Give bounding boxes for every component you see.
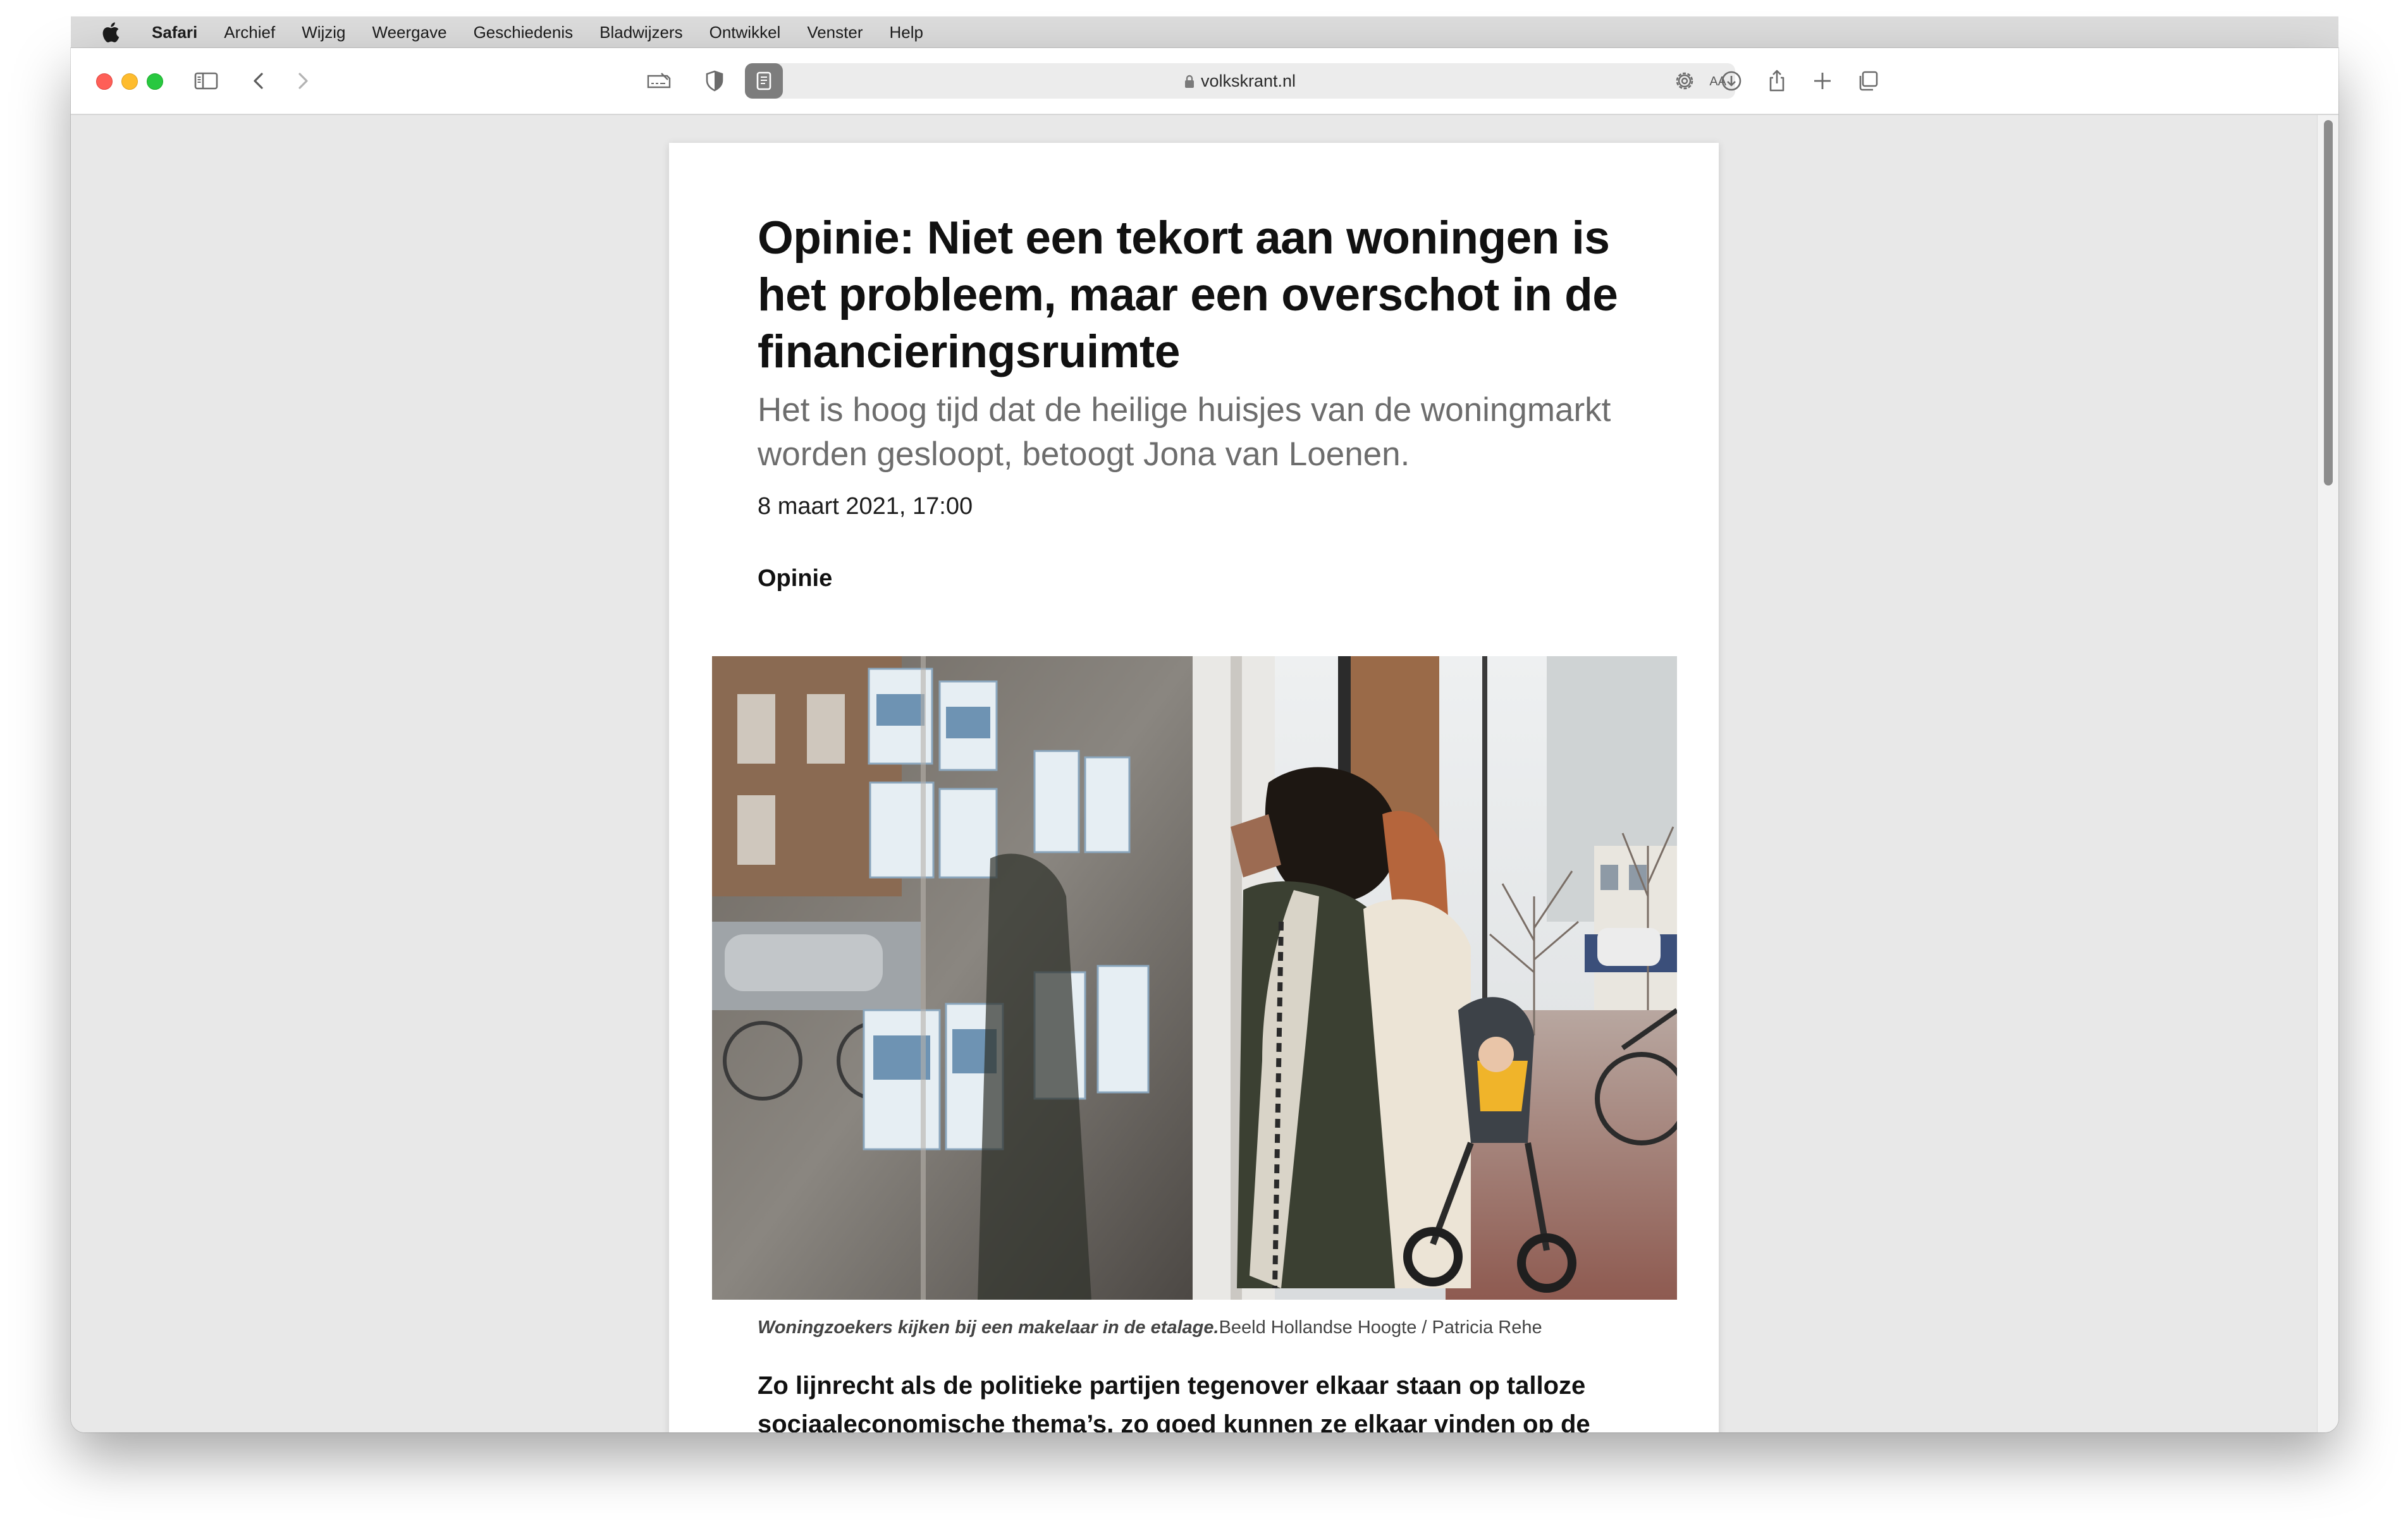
menu-venster[interactable]: Venster [807,23,863,42]
menu-archief[interactable]: Archief [224,23,275,42]
reader-page: Opinie: Niet een tekort aan woningen is … [669,143,1719,1432]
new-tab-icon[interactable] [1809,67,1836,95]
url-text: volkskrant.nl [1200,71,1296,90]
scrollbar-thumb[interactable] [2324,120,2333,485]
menu-bladwijzers[interactable]: Bladwijzers [599,23,683,42]
menu-safari[interactable]: Safari [152,23,197,42]
forward-icon[interactable] [288,67,316,95]
caption-text: Woningzoekers kijken bij een makelaar in… [758,1317,1219,1338]
article-title: Opinie: Niet een tekort aan woningen is … [758,212,1618,377]
menu-wijzig[interactable]: Wijzig [302,23,345,42]
article-body: Zo lijnrecht als de politieke partijen t… [758,1372,1590,1432]
settings-icon[interactable] [1671,67,1698,95]
article-hero-image [712,656,1677,1300]
download-icon[interactable] [1717,67,1745,95]
minimize-window-button[interactable] [121,73,138,90]
browser-window: volkskrant.nl AA Opinie: Niet een tekort… [71,48,2338,1432]
menu-weergave[interactable]: Weergave [372,23,447,42]
reader-view-icon [756,71,771,90]
image-caption: Woningzoekers kijken bij een makelaar in… [758,1317,1542,1338]
reader-view-button[interactable] [745,63,783,99]
article-date: 8 maart 2021, 17:00 [758,493,973,520]
article-section-label: Opinie [758,565,833,592]
address-bar[interactable]: volkskrant.nl AA [745,63,1735,99]
apple-logo-icon[interactable] [101,21,120,43]
sidebar-icon[interactable] [192,67,220,95]
menu-geschiedenis[interactable]: Geschiedenis [474,23,574,42]
menu-help[interactable]: Help [889,23,923,42]
vertical-scrollbar[interactable] [2317,115,2338,1432]
caption-credit: Beeld Hollandse Hoogte / Patricia Rehe [1219,1317,1542,1338]
toolbar: volkskrant.nl AA [71,48,2338,115]
photo-illustration [712,656,1677,1300]
privacy-shield-icon[interactable] [701,67,728,95]
zoom-window-button[interactable] [147,73,163,90]
url-display: volkskrant.nl [745,63,1735,99]
share-icon[interactable] [1763,67,1791,95]
close-window-button[interactable] [96,73,113,90]
menu-ontwikkel[interactable]: Ontwikkel [710,23,781,42]
web-content[interactable]: Opinie: Niet een tekort aan woningen is … [71,115,2338,1432]
back-icon[interactable] [245,67,273,95]
menu-bar: Safari Archief Wijzig Weergave Geschiede… [71,16,2338,48]
reading-list-icon[interactable] [645,67,673,95]
tab-overview-icon[interactable] [1854,67,1882,95]
article-subtitle: Het is hoog tijd dat de heilige huisjes … [758,391,1611,473]
lock-icon [1184,75,1194,88]
